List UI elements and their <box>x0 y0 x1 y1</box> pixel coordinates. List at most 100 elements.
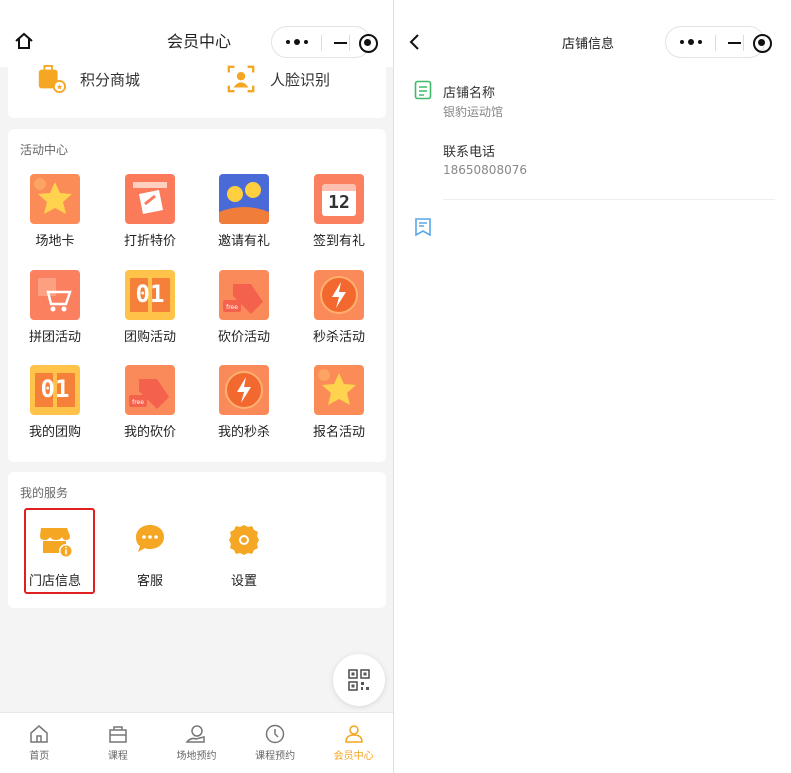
coins-invite-icon <box>219 174 269 224</box>
venue-icon <box>185 725 206 743</box>
store-info-page: 店铺信息 店铺名称 银豹运动馆 联系电话 18650808076 <box>394 0 791 773</box>
shopping-bag-icon: ★ <box>38 64 66 94</box>
qr-code-button[interactable] <box>333 654 385 706</box>
store-name-label: 店铺名称 <box>443 86 496 101</box>
tab-member-center[interactable]: 会员中心 <box>314 713 393 773</box>
activity-item[interactable]: 场地卡 <box>20 174 90 249</box>
svg-text:free: free <box>226 304 238 311</box>
capsule-divider <box>349 35 350 51</box>
star-card-icon <box>30 174 80 224</box>
home-icon <box>30 725 49 743</box>
bookmark-icon <box>415 218 431 237</box>
activity-item[interactable]: free 我的砍价 <box>115 365 185 440</box>
settings-label: 设置 <box>230 574 257 589</box>
page-title: 会员中心 <box>167 32 232 51</box>
tab-home-label: 首页 <box>29 751 50 762</box>
activity-item-label: 拼团活动 <box>28 330 81 345</box>
home-icon[interactable] <box>14 32 34 50</box>
points-mall-label: 积分商城 <box>80 70 141 89</box>
activity-item[interactable]: 打折特价 <box>115 174 185 249</box>
gear-icon <box>229 525 259 555</box>
bag-icon <box>109 726 127 743</box>
tab-course-booking[interactable]: 课程预约 <box>236 713 315 773</box>
activity-item[interactable]: 01 团购活动 <box>115 270 185 345</box>
mini-program-capsule <box>665 26 772 58</box>
star-card-icon <box>314 365 364 415</box>
tile-number: 12 <box>328 192 350 213</box>
activity-item[interactable]: 拼团活动 <box>20 270 90 345</box>
price-tag-icon: free <box>219 270 269 320</box>
navbar: 店铺信息 <box>394 0 791 67</box>
quick-links-card: ★ 积分商城 人脸识别 <box>8 60 386 118</box>
customer-service-button[interactable]: 客服 <box>112 520 188 589</box>
points-mall-button[interactable]: ★ 积分商城 <box>36 64 140 94</box>
document-icon <box>414 80 432 100</box>
capsule-divider <box>743 35 744 51</box>
face-scan-icon <box>227 65 255 93</box>
page-title: 店铺信息 <box>562 37 615 52</box>
activity-item-label: 团购活动 <box>123 330 176 345</box>
activity-item[interactable]: 报名活动 <box>304 365 374 440</box>
activity-center-header: 活动中心 <box>20 143 69 157</box>
activity-item[interactable]: free 砍价活动 <box>209 270 279 345</box>
tab-home[interactable]: 首页 <box>0 713 79 773</box>
svg-text:★: ★ <box>56 82 63 91</box>
clock-icon <box>265 724 285 744</box>
activity-item-label: 邀请有礼 <box>217 234 270 249</box>
phone-value[interactable]: 18650808076 <box>443 163 527 177</box>
activity-item[interactable]: 邀请有礼 <box>209 174 279 249</box>
more-icon[interactable] <box>680 33 704 51</box>
minimize-icon[interactable] <box>724 33 744 53</box>
activity-center-card: 活动中心 场地卡 打折特价 邀请有礼 12 签到有礼拼团活动 01 团购活动 free 砍价活动… <box>8 129 386 462</box>
activity-item[interactable]: 12 签到有礼 <box>304 174 374 249</box>
tab-venue-booking-label: 场地预约 <box>176 751 217 762</box>
tab-venue-booking[interactable]: 场地预约 <box>157 713 236 773</box>
activity-item-label: 我的秒杀 <box>217 425 270 440</box>
capsule-divider <box>321 35 322 51</box>
tab-courses[interactable]: 课程 <box>79 713 158 773</box>
more-icon[interactable] <box>286 33 310 51</box>
face-recognition-button[interactable]: 人脸识别 <box>226 64 330 94</box>
lightning-clock-icon <box>314 270 364 320</box>
svg-text:free: free <box>132 399 144 406</box>
number-01-icon: 01 <box>125 270 175 320</box>
close-target-icon[interactable] <box>358 33 378 53</box>
my-services-header: 我的服务 <box>20 486 69 500</box>
divider-line <box>443 199 775 200</box>
activity-item-label: 砍价活动 <box>217 330 270 345</box>
tab-courses-label: 课程 <box>107 751 128 762</box>
highlight-box <box>24 508 95 594</box>
back-icon[interactable] <box>408 33 420 51</box>
settings-button[interactable]: 设置 <box>206 520 282 589</box>
cart-icon <box>30 270 80 320</box>
navbar: 会员中心 <box>0 0 393 67</box>
chat-bubble-icon <box>136 525 164 552</box>
phone-label: 联系电话 <box>443 145 496 160</box>
calendar-12-icon: 12 <box>314 174 364 224</box>
close-target-icon[interactable] <box>752 33 772 53</box>
mini-program-capsule <box>271 26 378 58</box>
minimize-icon[interactable] <box>330 33 350 53</box>
activity-item[interactable]: 我的秒杀 <box>209 365 279 440</box>
tile-number: 01 <box>40 375 70 403</box>
activity-item-label: 秒杀活动 <box>312 330 365 345</box>
store-name-value: 银豹运动馆 <box>443 105 504 119</box>
tab-member-center-label: 会员中心 <box>333 751 374 762</box>
tile-number: 01 <box>135 280 165 308</box>
activity-item[interactable]: 01 我的团购 <box>20 365 90 440</box>
price-tag-icon: free <box>125 365 175 415</box>
capsule-divider <box>715 35 716 51</box>
activity-item[interactable]: 秒杀活动 <box>304 270 374 345</box>
number-01-icon: 01 <box>30 365 80 415</box>
activity-item-label: 报名活动 <box>312 425 365 440</box>
activity-item-label: 打折特价 <box>123 234 176 249</box>
bottom-tab-bar: 首页 课程 场地预约 课程预约 会员中心 <box>0 712 393 773</box>
user-icon <box>344 725 363 743</box>
customer-service-label: 客服 <box>136 574 163 589</box>
lightning-clock-icon <box>219 365 269 415</box>
qr-code-icon <box>348 669 370 691</box>
activity-item-label: 我的砍价 <box>123 425 176 440</box>
member-center-page: 会员中心 ★ 积分商城 人脸识别 活动中心 场地卡 打折特价 邀请有礼 12 签… <box>0 0 393 773</box>
activity-item-label: 签到有礼 <box>312 234 365 249</box>
face-recognition-label: 人脸识别 <box>270 70 331 89</box>
